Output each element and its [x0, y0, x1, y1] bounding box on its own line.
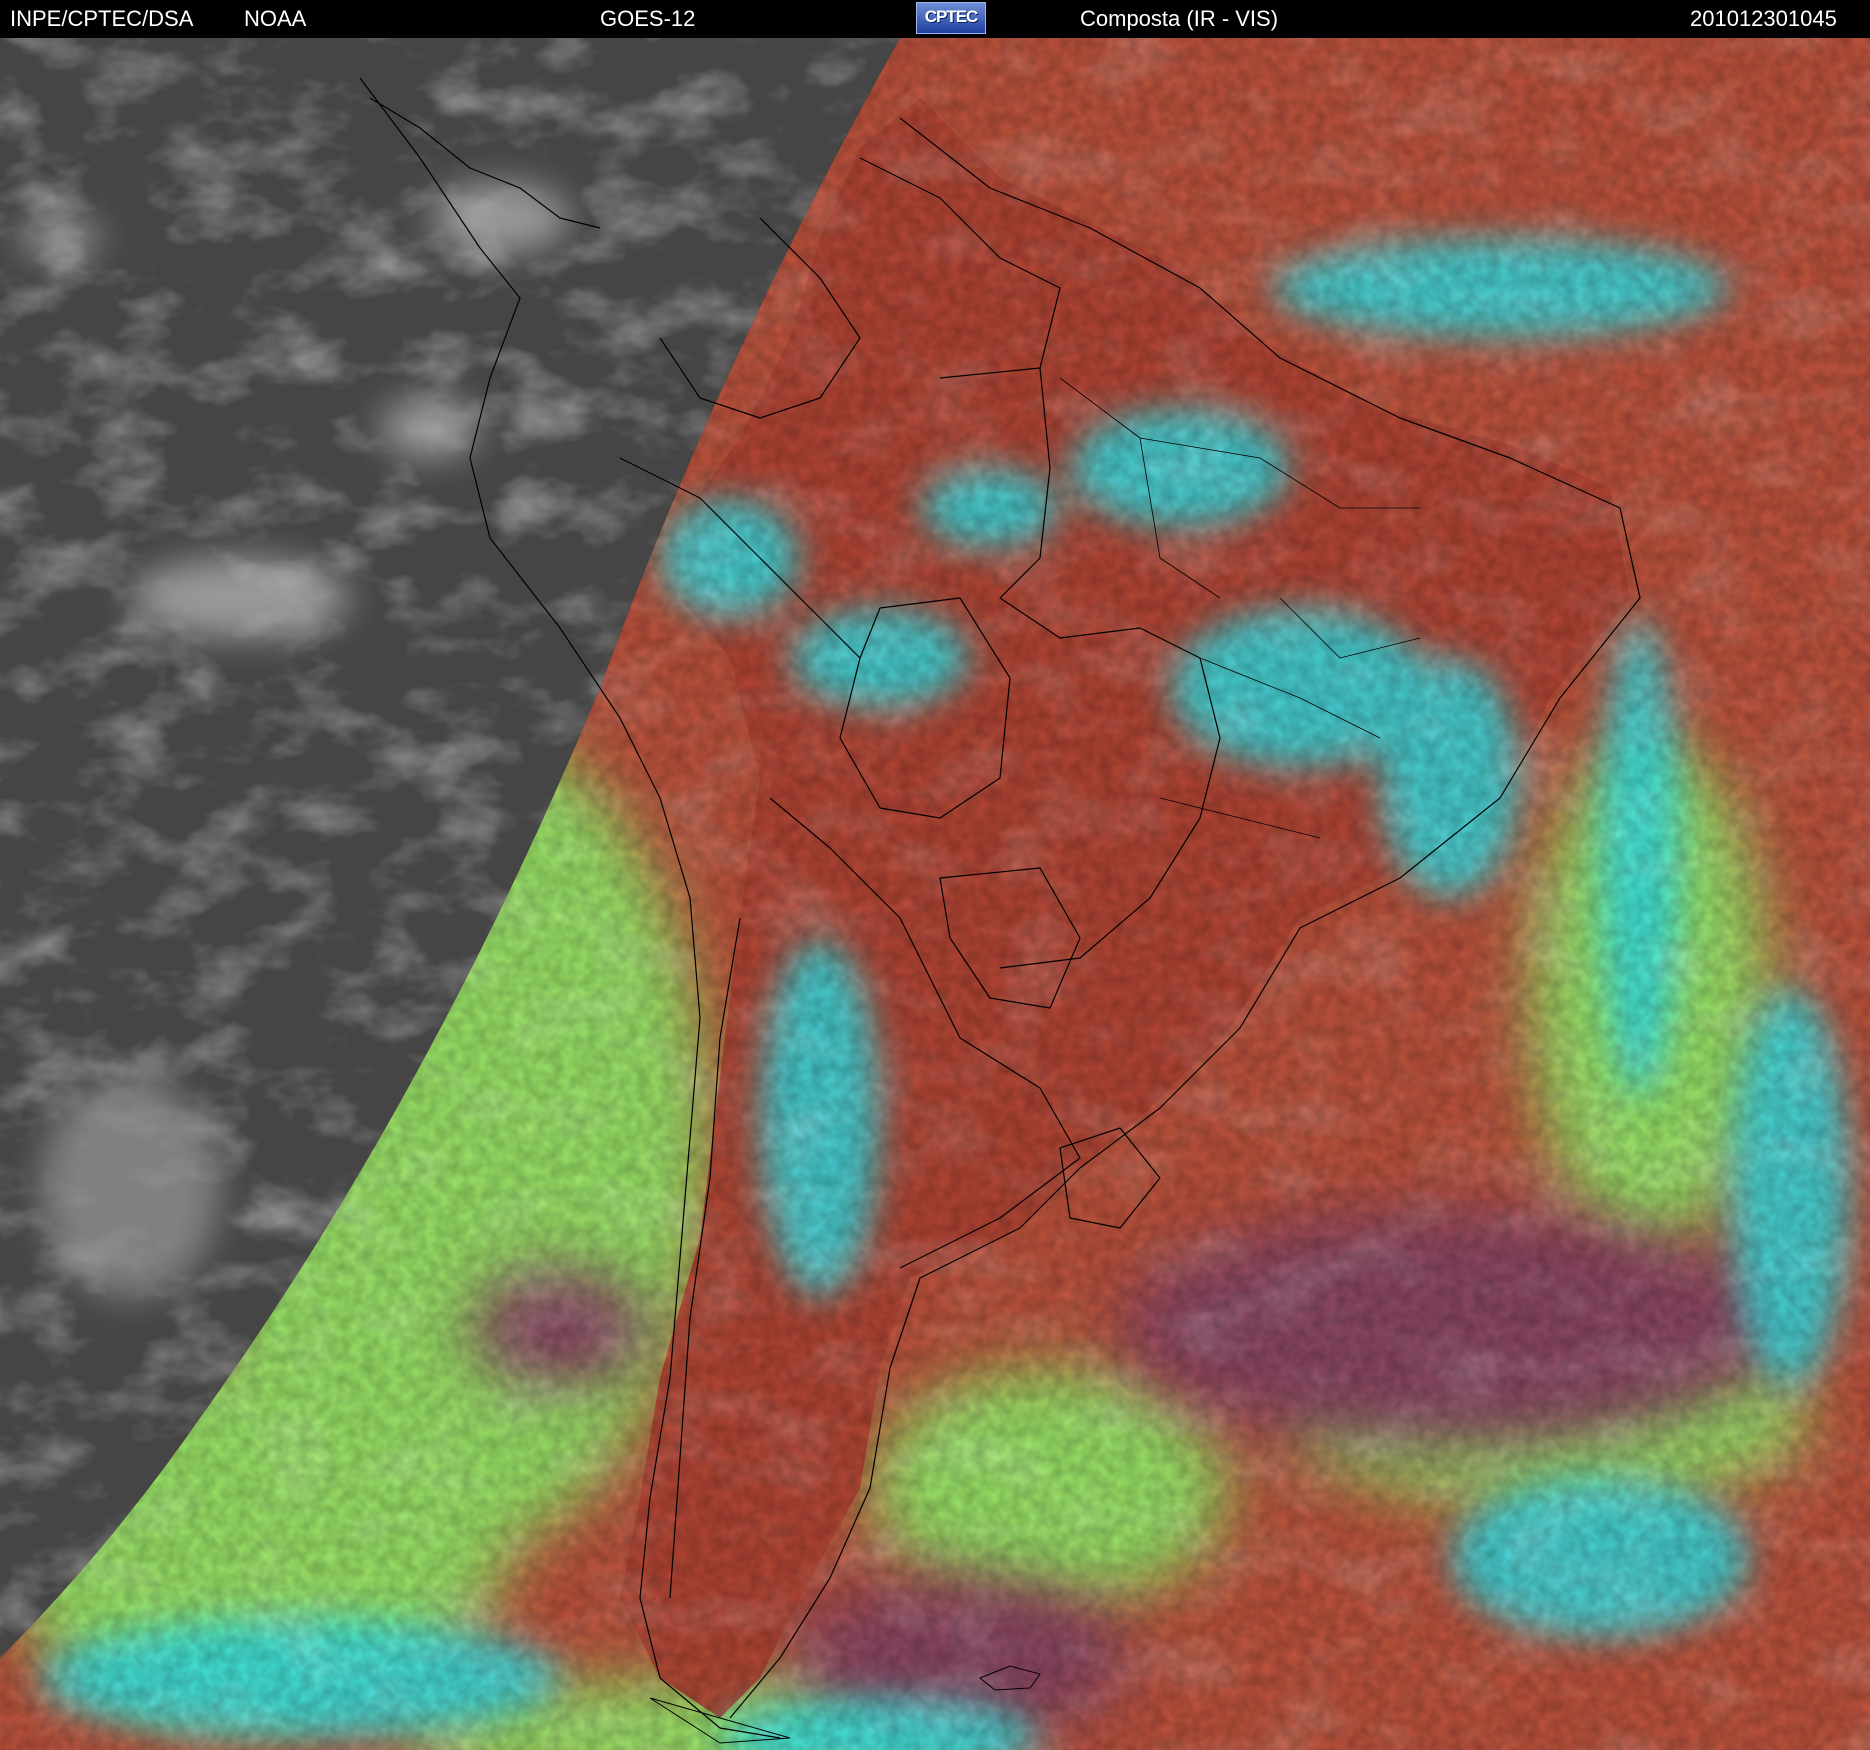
header-bar: INPE/CPTEC/DSA NOAA GOES-12 CPTEC Compos…: [0, 0, 1870, 38]
institution-label: INPE/CPTEC/DSA: [10, 6, 194, 31]
timestamp-label: 201012301045: [1690, 6, 1837, 31]
agency-label: NOAA: [244, 6, 307, 31]
satellite-label: GOES-12: [600, 6, 696, 31]
product-label: Composta (IR - VIS): [1080, 6, 1279, 31]
logo-text: CPTEC: [924, 7, 979, 26]
satellite-imagery: [0, 38, 1870, 1750]
cptec-logo: CPTEC: [916, 2, 986, 34]
